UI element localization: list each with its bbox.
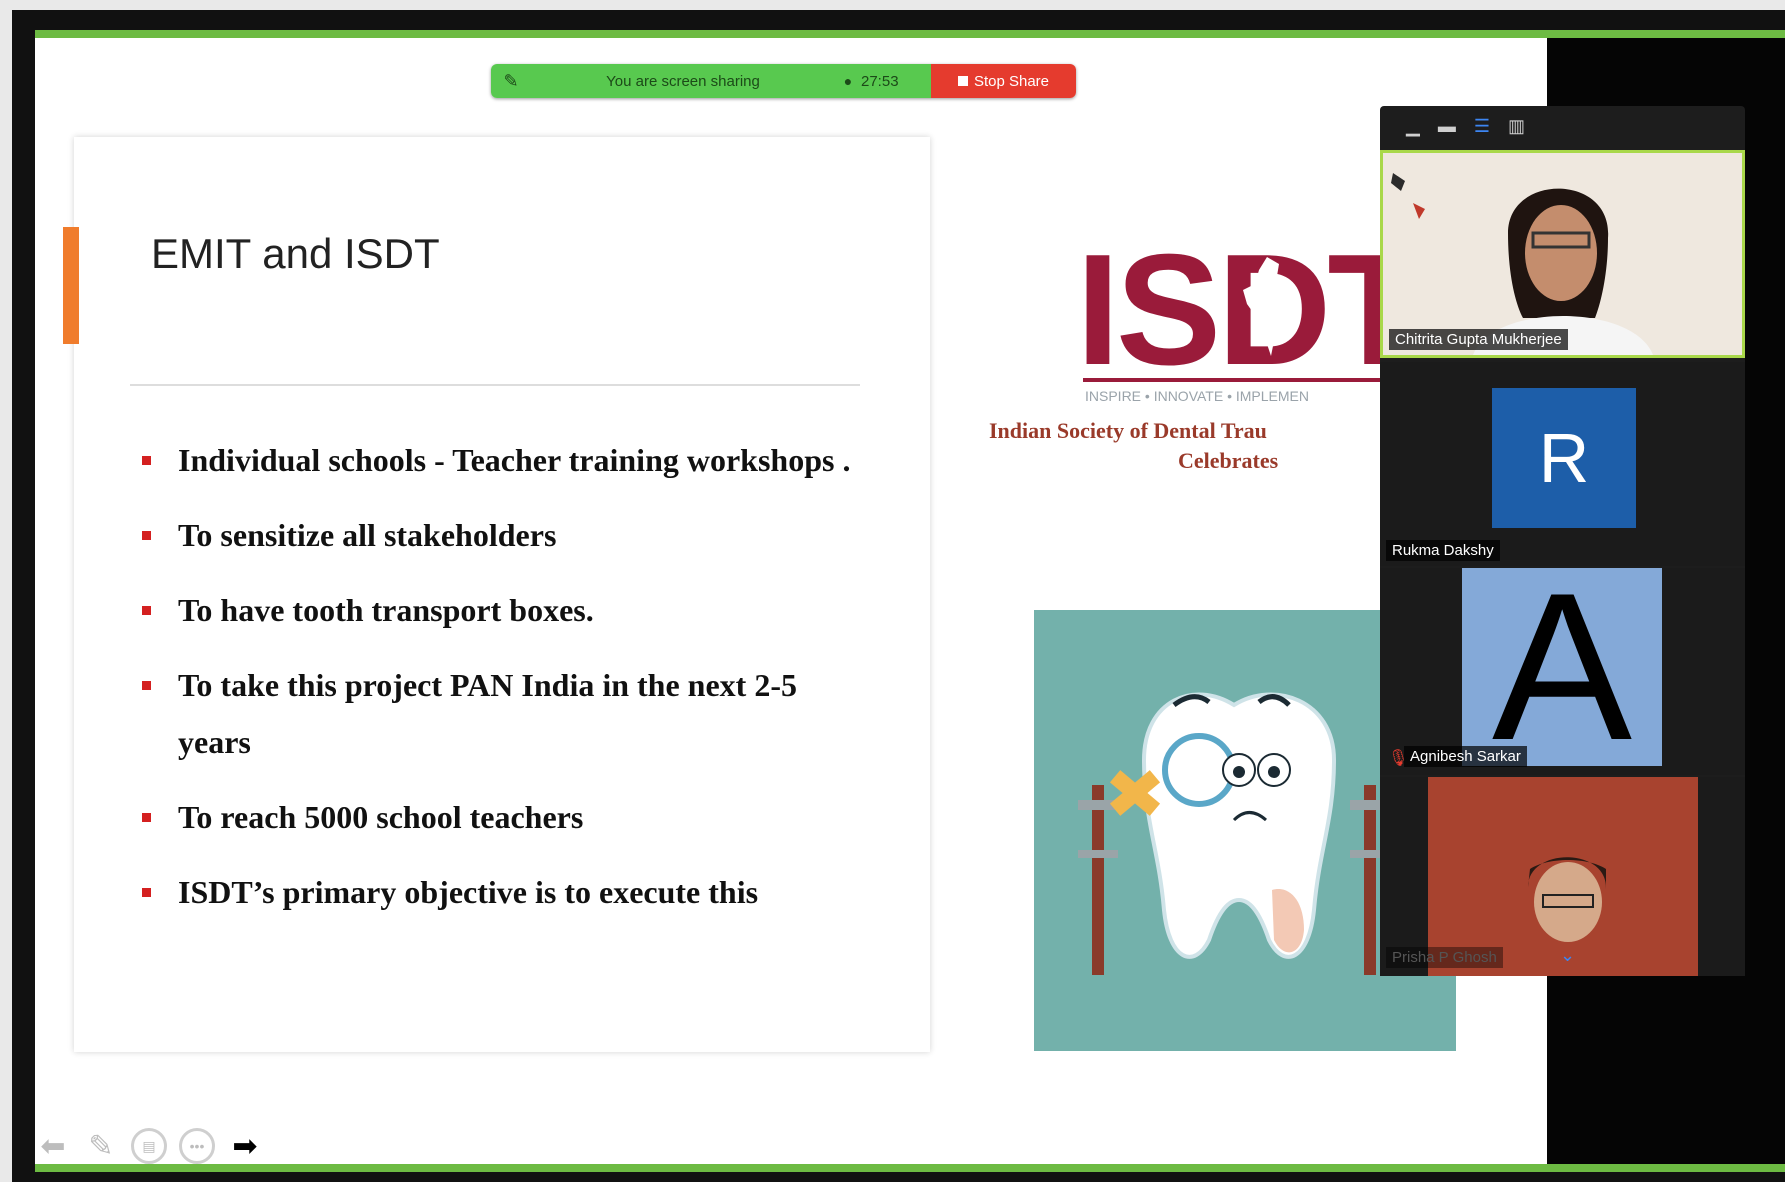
gallery-grid-icon[interactable]: ▥	[1508, 117, 1525, 135]
isdt-logo-letters: ISDT	[1076, 230, 1383, 398]
participant-name: Rukma Dakshy	[1386, 540, 1500, 561]
bullet-marker	[142, 606, 151, 615]
screen-share-bar: ✎ You are screen sharing ● 27:53 Stop Sh…	[491, 64, 1076, 98]
bullet-text: To reach 5000 school teachers	[178, 799, 584, 835]
bullet-item: To reach 5000 school teachers	[140, 789, 860, 846]
bullet-text: To take this project PAN India in the ne…	[178, 667, 797, 760]
bullet-marker	[142, 456, 151, 465]
bullet-item: Individual schools - Teacher training wo…	[140, 432, 860, 489]
slides-overview-icon[interactable]: ▤	[131, 1128, 167, 1164]
share-border-bottom	[35, 1164, 1785, 1172]
stop-share-label: Stop Share	[973, 72, 1050, 90]
bullet-text: Individual schools - Teacher training wo…	[178, 442, 851, 478]
logo-underline	[1083, 378, 1383, 382]
share-border-top	[35, 30, 1785, 38]
pen-icon[interactable]: ✎	[83, 1128, 119, 1164]
title-accent-bar	[63, 227, 79, 344]
bullet-text: ISDT’s primary objective is to execute t…	[178, 874, 759, 910]
share-status-segment: ✎ You are screen sharing ● 27:53	[491, 64, 931, 98]
participant-avatar: R	[1492, 388, 1636, 528]
participant-name: Prisha P Ghosh	[1386, 947, 1503, 968]
bullet-marker	[142, 813, 151, 822]
logo-tagline: INSPIRE • INNOVATE • IMPLEMEN	[1085, 388, 1309, 404]
chevron-down-icon[interactable]: ⌄	[1560, 945, 1575, 966]
participant-name: Chitrita Gupta Mukherjee	[1389, 329, 1568, 350]
stop-share-button[interactable]: Stop Share	[931, 64, 1076, 98]
timer-icon: ●	[843, 73, 853, 89]
bullet-item: To take this project PAN India in the ne…	[140, 657, 860, 771]
bullet-marker	[142, 888, 151, 897]
bullet-item: To have tooth transport boxes.	[140, 582, 860, 639]
india-map-icon	[1243, 257, 1299, 356]
participant-tile[interactable]: A 🎙︎ Agnibesh Sarkar	[1380, 568, 1745, 775]
view-toolbar: ▁ ▬ ☰ ▥	[1380, 106, 1745, 146]
gallery-strip-icon[interactable]: ☰	[1474, 117, 1490, 135]
share-status-label: You are screen sharing	[606, 72, 760, 90]
participants-panel: ▁ ▬ ☰ ▥ Chitrita Gupta Mukherjee R Rukma…	[1380, 106, 1745, 976]
participant-name: Agnibesh Sarkar	[1404, 746, 1527, 767]
slide-title: EMIT and ISDT	[151, 230, 440, 277]
bullet-text: To sensitize all stakeholders	[178, 517, 557, 553]
minimize-icon[interactable]: ▁	[1406, 117, 1420, 135]
drag-handle-icon[interactable]: ✎	[491, 71, 531, 92]
bullet-item: To sensitize all stakeholders	[140, 507, 860, 564]
next-slide-icon[interactable]: ➡	[227, 1128, 263, 1164]
participant-video	[1383, 153, 1742, 355]
bullet-marker	[142, 681, 151, 690]
title-divider	[130, 384, 860, 386]
participant-tile[interactable]: Chitrita Gupta Mukherjee	[1380, 150, 1745, 358]
logo-full-name: Indian Society of Dental Trau	[989, 418, 1267, 443]
bullet-item: ISDT’s primary objective is to execute t…	[140, 864, 860, 921]
stop-icon	[957, 76, 968, 86]
participant-tile[interactable]: Prisha P Ghosh ⌄	[1380, 777, 1745, 976]
participant-avatar: A	[1462, 568, 1662, 772]
logo-celebrates: Celebrates	[1178, 448, 1279, 473]
bullet-text: To have tooth transport boxes.	[178, 592, 594, 628]
participant-tile[interactable]: R Rukma Dakshy	[1380, 362, 1745, 566]
share-elapsed-time: 27:53	[861, 72, 899, 90]
previous-slide-icon[interactable]: ⬅	[35, 1128, 71, 1164]
speaker-view-icon[interactable]: ▬	[1438, 117, 1456, 135]
bullet-marker	[142, 531, 151, 540]
more-options-icon[interactable]: •••	[179, 1128, 215, 1164]
slideshow-controls: ⬅ ✎ ▤ ••• ➡	[35, 1128, 263, 1164]
isdt-logo: ISDT INSPIRE • INNOVATE • IMPLEMEN India…	[983, 230, 1383, 480]
bullet-list: Individual schools - Teacher training wo…	[140, 432, 860, 939]
